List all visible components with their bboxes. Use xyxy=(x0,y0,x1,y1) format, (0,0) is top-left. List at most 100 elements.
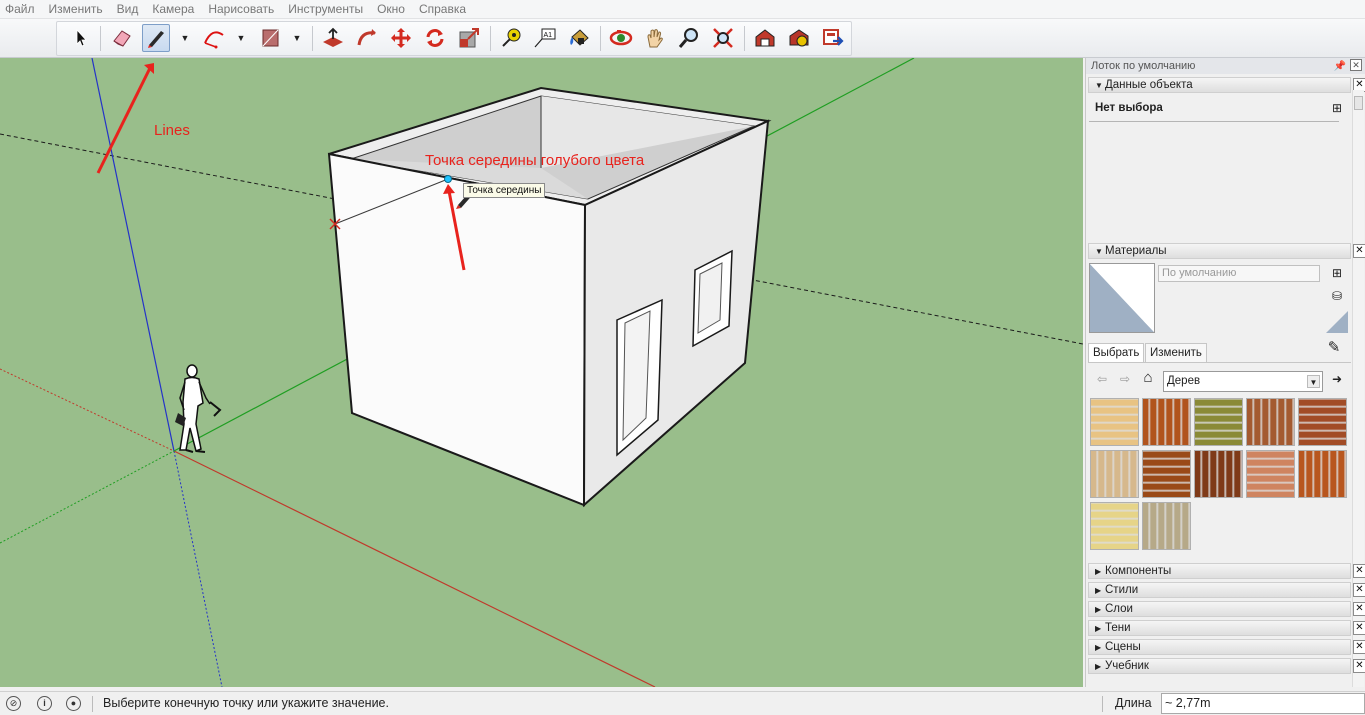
tray-title-text: Лоток по умолчанию xyxy=(1091,60,1196,72)
move-icon xyxy=(391,28,411,48)
material-swatch[interactable] xyxy=(1090,398,1139,446)
menu-help[interactable]: Справка xyxy=(419,2,466,16)
menu-view[interactable]: Вид xyxy=(117,2,139,16)
scale-tool-button[interactable] xyxy=(455,24,483,52)
eyedropper-icon[interactable]: ✎ xyxy=(1326,340,1342,356)
measurements-input[interactable]: ~ 2,77m xyxy=(1161,693,1365,714)
extension-warehouse-button[interactable] xyxy=(785,24,813,52)
push-pull-tool-button[interactable] xyxy=(319,24,347,52)
scroll-thumb[interactable] xyxy=(1354,96,1363,110)
material-swatch[interactable] xyxy=(1298,398,1347,446)
panel-scenes-close[interactable]: ✕ xyxy=(1353,640,1365,654)
panel-scenes[interactable]: ▶ Сцены ✕ xyxy=(1088,639,1365,655)
menu-window[interactable]: Окно xyxy=(377,2,405,16)
expanded-triangle-icon: ▼ xyxy=(1095,247,1103,256)
warehouse-button[interactable] xyxy=(751,24,779,52)
panel-components-close[interactable]: ✕ xyxy=(1353,564,1365,578)
zoom-tool-button[interactable] xyxy=(675,24,703,52)
panel-styles[interactable]: ▶ Стили ✕ xyxy=(1088,582,1365,598)
default-paint-icon[interactable] xyxy=(1326,311,1348,333)
panel-shadows-title: Тени xyxy=(1105,622,1131,634)
material-library-select[interactable]: Дерев ▼ xyxy=(1163,371,1323,392)
forward-arrow-icon[interactable]: ⇨ xyxy=(1117,371,1133,387)
arc-tool-button[interactable] xyxy=(200,24,228,52)
panel-layers[interactable]: ▶ Слои ✕ xyxy=(1088,601,1365,617)
follow-me-tool-button[interactable] xyxy=(353,24,381,52)
shape-tools-dropdown[interactable]: ▼ xyxy=(292,33,302,43)
3d-viewport[interactable]: Lines Точка середины голубого цвета Точк… xyxy=(0,58,1083,687)
zoom-extents-tool-button[interactable] xyxy=(709,24,737,52)
materials-header[interactable]: ▼ Материалы ✕ xyxy=(1088,243,1365,259)
tray-close-button[interactable]: ✕ xyxy=(1350,59,1362,71)
rotate-tool-button[interactable] xyxy=(421,24,449,52)
rectangle-tool-button[interactable] xyxy=(256,24,284,52)
info-icon[interactable]: i xyxy=(37,696,52,711)
panel-shadows-close[interactable]: ✕ xyxy=(1353,621,1365,635)
geo-location-icon[interactable]: ⊘ xyxy=(6,696,21,711)
user-account-icon[interactable]: ● xyxy=(66,696,81,711)
pencil-line-icon xyxy=(148,31,164,48)
material-swatch[interactable] xyxy=(1246,398,1295,446)
material-swatch[interactable] xyxy=(1194,450,1243,498)
materials-close-button[interactable]: ✕ xyxy=(1353,244,1365,258)
blue-axis xyxy=(91,58,175,452)
orbit-tool-button[interactable] xyxy=(607,24,635,52)
panel-instructor[interactable]: ▶ Учебник ✕ xyxy=(1088,658,1365,674)
midpoint-marker xyxy=(444,175,452,183)
home-icon[interactable]: ⌂ xyxy=(1140,370,1156,386)
line-tools-dropdown[interactable]: ▼ xyxy=(180,33,190,43)
tape-measure-tool-button[interactable] xyxy=(497,24,525,52)
menu-draw[interactable]: Нарисовать xyxy=(208,2,274,16)
default-paint-swatch xyxy=(1326,311,1348,333)
material-name-field[interactable]: По умолчанию xyxy=(1158,265,1320,282)
panel-instructor-close[interactable]: ✕ xyxy=(1353,659,1365,673)
tab-select[interactable]: Выбрать xyxy=(1088,343,1145,363)
material-swatch[interactable] xyxy=(1194,398,1243,446)
line-tool-button[interactable] xyxy=(142,24,170,52)
panel-shadows[interactable]: ▶ Тени ✕ xyxy=(1088,620,1365,636)
entity-info-header[interactable]: ▼ Данные объекта ✕ xyxy=(1088,77,1365,93)
text-icon: A1 xyxy=(534,28,556,48)
pan-tool-button[interactable] xyxy=(641,24,669,52)
annotation-arrow-lines xyxy=(96,67,152,174)
select-tool-button[interactable] xyxy=(67,24,95,52)
tray-scrollbar[interactable] xyxy=(1352,90,1364,687)
details-arrow-icon[interactable]: ➜ xyxy=(1329,371,1345,387)
panel-layers-close[interactable]: ✕ xyxy=(1353,602,1365,616)
midpoint-tooltip: Точка середины xyxy=(463,183,546,198)
paint-bucket-tool-button[interactable] xyxy=(565,24,593,52)
material-swatch[interactable] xyxy=(1090,450,1139,498)
material-swatch[interactable] xyxy=(1142,502,1191,550)
material-swatch[interactable] xyxy=(1246,450,1295,498)
menu-edit[interactable]: Изменить xyxy=(49,2,103,16)
text-tool-button[interactable]: A1 xyxy=(531,24,559,52)
entity-info-title: Данные объекта xyxy=(1105,79,1193,91)
material-swatch[interactable] xyxy=(1298,450,1347,498)
tray-title: Лоток по умолчанию 📌 ✕ xyxy=(1086,58,1365,74)
menu-camera[interactable]: Камера xyxy=(152,2,194,16)
menu-tools[interactable]: Инструменты xyxy=(288,2,363,16)
red-axis-negative xyxy=(0,368,175,452)
orbit-icon xyxy=(609,30,633,46)
arc-tools-dropdown[interactable]: ▼ xyxy=(236,33,246,43)
panel-components[interactable]: ▶ Компоненты ✕ xyxy=(1088,563,1365,579)
create-material-icon[interactable]: ⊞ xyxy=(1329,265,1345,281)
material-swatch[interactable] xyxy=(1142,450,1191,498)
panel-styles-close[interactable]: ✕ xyxy=(1353,583,1365,597)
toolbar-separator xyxy=(100,26,101,51)
expand-details-icon[interactable]: ⊞ xyxy=(1329,100,1345,116)
pin-icon[interactable]: 📌 xyxy=(1334,59,1346,75)
share-model-button[interactable] xyxy=(819,24,847,52)
material-swatch[interactable] xyxy=(1090,502,1139,550)
eraser-tool-button[interactable] xyxy=(108,24,136,52)
move-tool-button[interactable] xyxy=(387,24,415,52)
tab-edit[interactable]: Изменить xyxy=(1145,343,1207,363)
material-preview xyxy=(1089,263,1155,333)
material-swatch[interactable] xyxy=(1142,398,1191,446)
collapsed-triangle-icon: ▶ xyxy=(1095,662,1102,671)
default-tray: Лоток по умолчанию 📌 ✕ ▼ Данные объекта ✕… xyxy=(1085,58,1365,687)
eraser-icon xyxy=(113,30,131,47)
menu-file[interactable]: Файл xyxy=(5,2,35,16)
sample-paint-icon[interactable]: ⛁ xyxy=(1329,288,1345,304)
back-arrow-icon[interactable]: ⇦ xyxy=(1094,371,1110,387)
